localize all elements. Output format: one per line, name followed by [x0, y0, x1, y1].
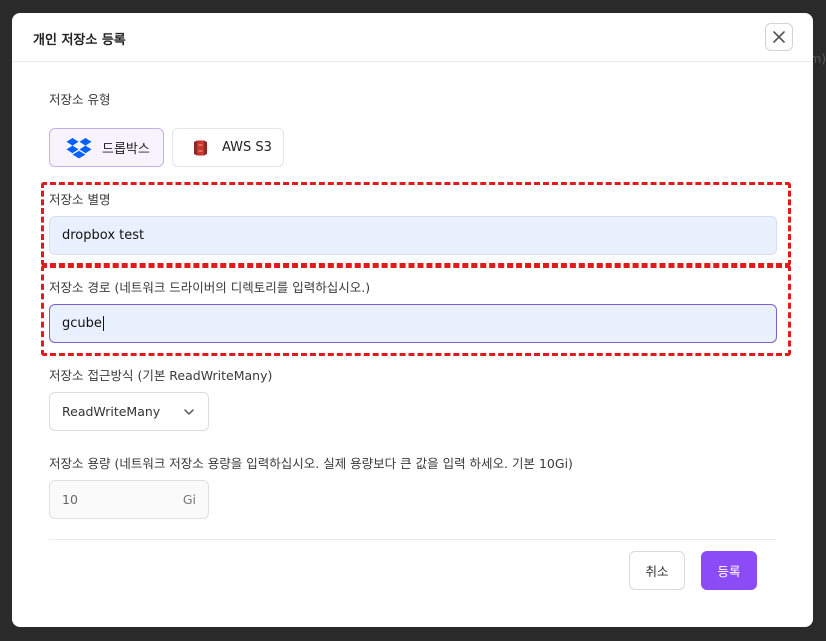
- storage-type-aws-s3-label: AWS S3: [222, 140, 272, 155]
- storage-type-aws-s3-button[interactable]: AWS S3: [172, 128, 284, 167]
- storage-alias-label: 저장소 별명: [49, 192, 111, 207]
- storage-alias-input[interactable]: dropbox test: [49, 216, 777, 255]
- capacity-input[interactable]: 10 Gi: [49, 480, 209, 519]
- capacity-unit: Gi: [182, 492, 196, 507]
- storage-type-label: 저장소 유형: [49, 92, 111, 107]
- access-mode-select[interactable]: ReadWriteMany: [49, 392, 209, 431]
- dropbox-icon: [66, 137, 92, 158]
- access-mode-value: ReadWriteMany: [62, 404, 161, 419]
- register-storage-modal: 개인 저장소 등록 저장소 유형 드롭박스 AWS S3 저장소 별명 drop…: [12, 13, 813, 627]
- register-button[interactable]: 등록: [701, 551, 757, 590]
- access-mode-label: 저장소 접근방식 (기본 ReadWriteMany): [49, 368, 273, 383]
- storage-path-value: gcube: [62, 316, 102, 331]
- close-button[interactable]: [765, 23, 793, 51]
- text-caret: [102, 316, 104, 331]
- modal-title: 개인 저장소 등록: [33, 33, 126, 48]
- close-icon: [773, 31, 785, 43]
- storage-path-input[interactable]: gcube: [49, 304, 777, 343]
- chevron-down-icon: [184, 409, 194, 415]
- capacity-placeholder: 10: [62, 492, 78, 507]
- footer-divider: [49, 539, 776, 540]
- storage-type-dropbox-button[interactable]: 드롭박스: [49, 128, 164, 167]
- storage-alias-value: dropbox test: [62, 228, 145, 243]
- storage-path-label: 저장소 경로 (네트워크 드라이버의 디렉토리를 입력하십시오.): [49, 280, 371, 295]
- storage-type-dropbox-label: 드롭박스: [102, 142, 150, 157]
- capacity-label: 저장소 용량 (네트워크 저장소 용량을 입력하십시오. 실제 용량보다 큰 값…: [49, 456, 573, 471]
- cancel-button[interactable]: 취소: [629, 551, 685, 590]
- aws-s3-icon: [194, 140, 207, 155]
- modal-header: 개인 저장소 등록: [12, 13, 813, 62]
